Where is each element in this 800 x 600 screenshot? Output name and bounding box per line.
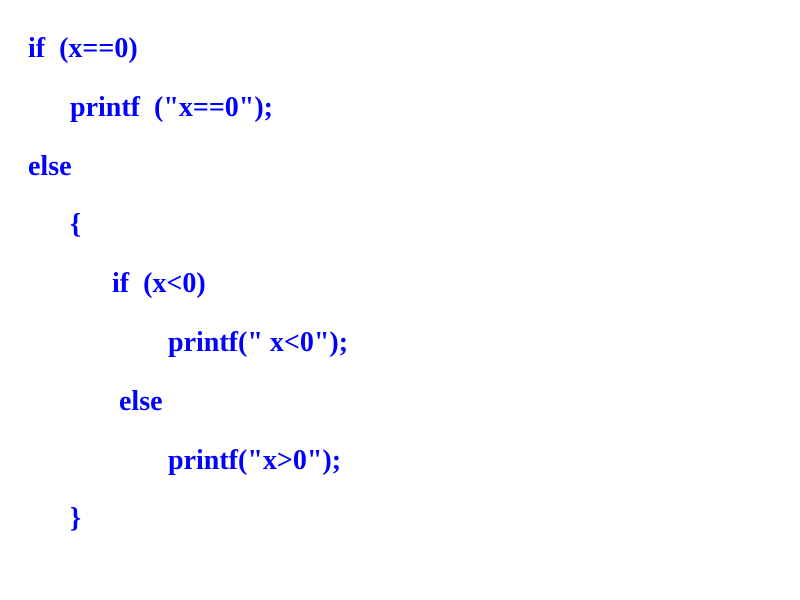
code-line-6: printf(" x<0");: [28, 314, 800, 373]
code-block: if (x==0) printf ("x==0"); else { if (x<…: [0, 0, 800, 549]
code-line-1: if (x==0): [28, 20, 800, 79]
code-line-2: printf ("x==0");: [28, 79, 800, 138]
code-line-8: printf("x>0");: [28, 432, 800, 491]
code-line-3: else: [28, 138, 800, 197]
code-line-4: {: [28, 196, 800, 255]
code-line-9: }: [28, 490, 800, 549]
code-line-5: if (x<0): [28, 255, 800, 314]
code-line-7: else: [28, 373, 800, 432]
